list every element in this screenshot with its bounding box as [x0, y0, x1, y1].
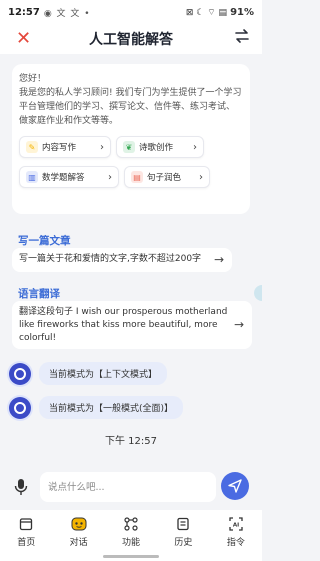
chip-label: 数学题解答 — [42, 173, 85, 183]
message-input[interactable] — [40, 472, 216, 502]
home-icon — [18, 516, 34, 532]
nav-history[interactable]: 历史 — [157, 510, 209, 561]
send-button[interactable] — [221, 472, 249, 500]
functions-icon — [123, 516, 139, 532]
message-row: 当前模式为【上下文模式】 — [9, 362, 168, 385]
welcome-card: 您好！ 我是您的私人学习顾问! 我们专门为学生提供了一个学习平台管理他们的学习、… — [12, 64, 250, 214]
chip-math[interactable]: ▥ 数学题解答 › — [19, 166, 119, 188]
suggestion-title-translate: 语言翻译 — [18, 288, 60, 300]
leaf-icon: ❦ — [123, 141, 135, 153]
bot-avatar-icon — [9, 396, 31, 419]
status-right: ⊠ ☾ ⌔ ▤ 91% — [186, 7, 254, 18]
chevron-right-icon: › — [108, 171, 112, 183]
message-bubble: 当前模式为【上下文模式】 — [39, 362, 168, 385]
nav-label: 历史 — [174, 538, 193, 548]
message-bubble: 当前模式为【一般模式(全面)】 — [39, 396, 184, 419]
svg-text:AI: AI — [233, 523, 239, 529]
notification-icons: ◉ 文 文 • — [43, 8, 91, 19]
ai-commands-icon: AI — [228, 516, 244, 532]
arrow-right-icon: → — [213, 252, 224, 267]
chip-label: 诗歌创作 — [139, 143, 174, 153]
history-icon — [175, 516, 191, 532]
chevron-right-icon: › — [100, 141, 104, 153]
document-icon: ▤ — [131, 171, 143, 183]
microphone-icon[interactable] — [14, 478, 28, 496]
chip-polish[interactable]: ▤ 句子润色 › — [124, 166, 210, 188]
floating-handle[interactable] — [254, 285, 262, 301]
chat-timestamp: 下午 12:57 — [105, 436, 157, 447]
nav-label: 对话 — [69, 538, 88, 548]
close-icon[interactable]: ✕ — [16, 29, 31, 49]
send-icon — [228, 479, 242, 493]
chat-robot-icon — [71, 516, 87, 532]
nav-functions[interactable]: 功能 — [105, 510, 157, 561]
status-bar: 12:57 ◉ 文 文 • ⊠ ☾ ⌔ ▤ 91% — [0, 0, 262, 24]
chip-poetry[interactable]: ❦ 诗歌创作 › — [116, 136, 204, 158]
nav-label: 功能 — [122, 538, 141, 548]
bot-avatar-icon — [9, 362, 31, 385]
suggestion-translate[interactable]: 翻译这段句子 I wish our prosperous motherland … — [12, 301, 252, 349]
bank-icon: ▥ — [26, 171, 38, 183]
page-title: 人工智能解答 — [89, 32, 173, 48]
nav-commands[interactable]: AI 指令 — [210, 510, 262, 561]
suggestion-title-article: 写一篇文章 — [18, 235, 71, 247]
chip-label: 句子润色 — [147, 173, 182, 183]
switch-mode-icon[interactable] — [234, 28, 250, 48]
input-area — [0, 466, 262, 508]
app-header: ✕ 人工智能解答 — [0, 24, 262, 54]
chip-content-writing[interactable]: ✎ 内容写作 › — [19, 136, 111, 158]
nav-home[interactable]: 首页 — [0, 510, 52, 561]
arrow-right-icon: → — [233, 317, 244, 332]
battery-level: 91% — [230, 6, 254, 18]
nav-label: 指令 — [226, 538, 245, 548]
gesture-pill — [103, 555, 159, 558]
chevron-right-icon: › — [199, 171, 203, 183]
nav-label: 首页 — [17, 538, 36, 548]
bottom-nav: 首页 对话 功能 历史 AI 指令 — [0, 510, 262, 561]
chip-label: 内容写作 — [42, 143, 77, 153]
message-row: 当前模式为【一般模式(全面)】 — [9, 396, 184, 419]
welcome-greeting: 您好！ — [19, 74, 47, 84]
suggestion-text: 翻译这段句子 I wish our prosperous motherland … — [19, 307, 228, 343]
system-icons: ⊠ ☾ ⌔ ▤ — [185, 7, 228, 18]
suggestion-text: 写一篇关于花和爱情的文字,字数不超过200字 — [19, 254, 202, 264]
pencil-icon: ✎ — [26, 141, 38, 153]
welcome-intro: 我是您的私人学习顾问! 我们专门为学生提供了一个学习平台管理他们的学习、撰写论文… — [19, 88, 242, 126]
status-time: 12:57 — [8, 6, 40, 18]
chevron-right-icon: › — [193, 141, 197, 153]
nav-chat[interactable]: 对话 — [52, 510, 104, 561]
suggestion-article[interactable]: 写一篇关于花和爱情的文字,字数不超过200字 → — [12, 248, 232, 272]
